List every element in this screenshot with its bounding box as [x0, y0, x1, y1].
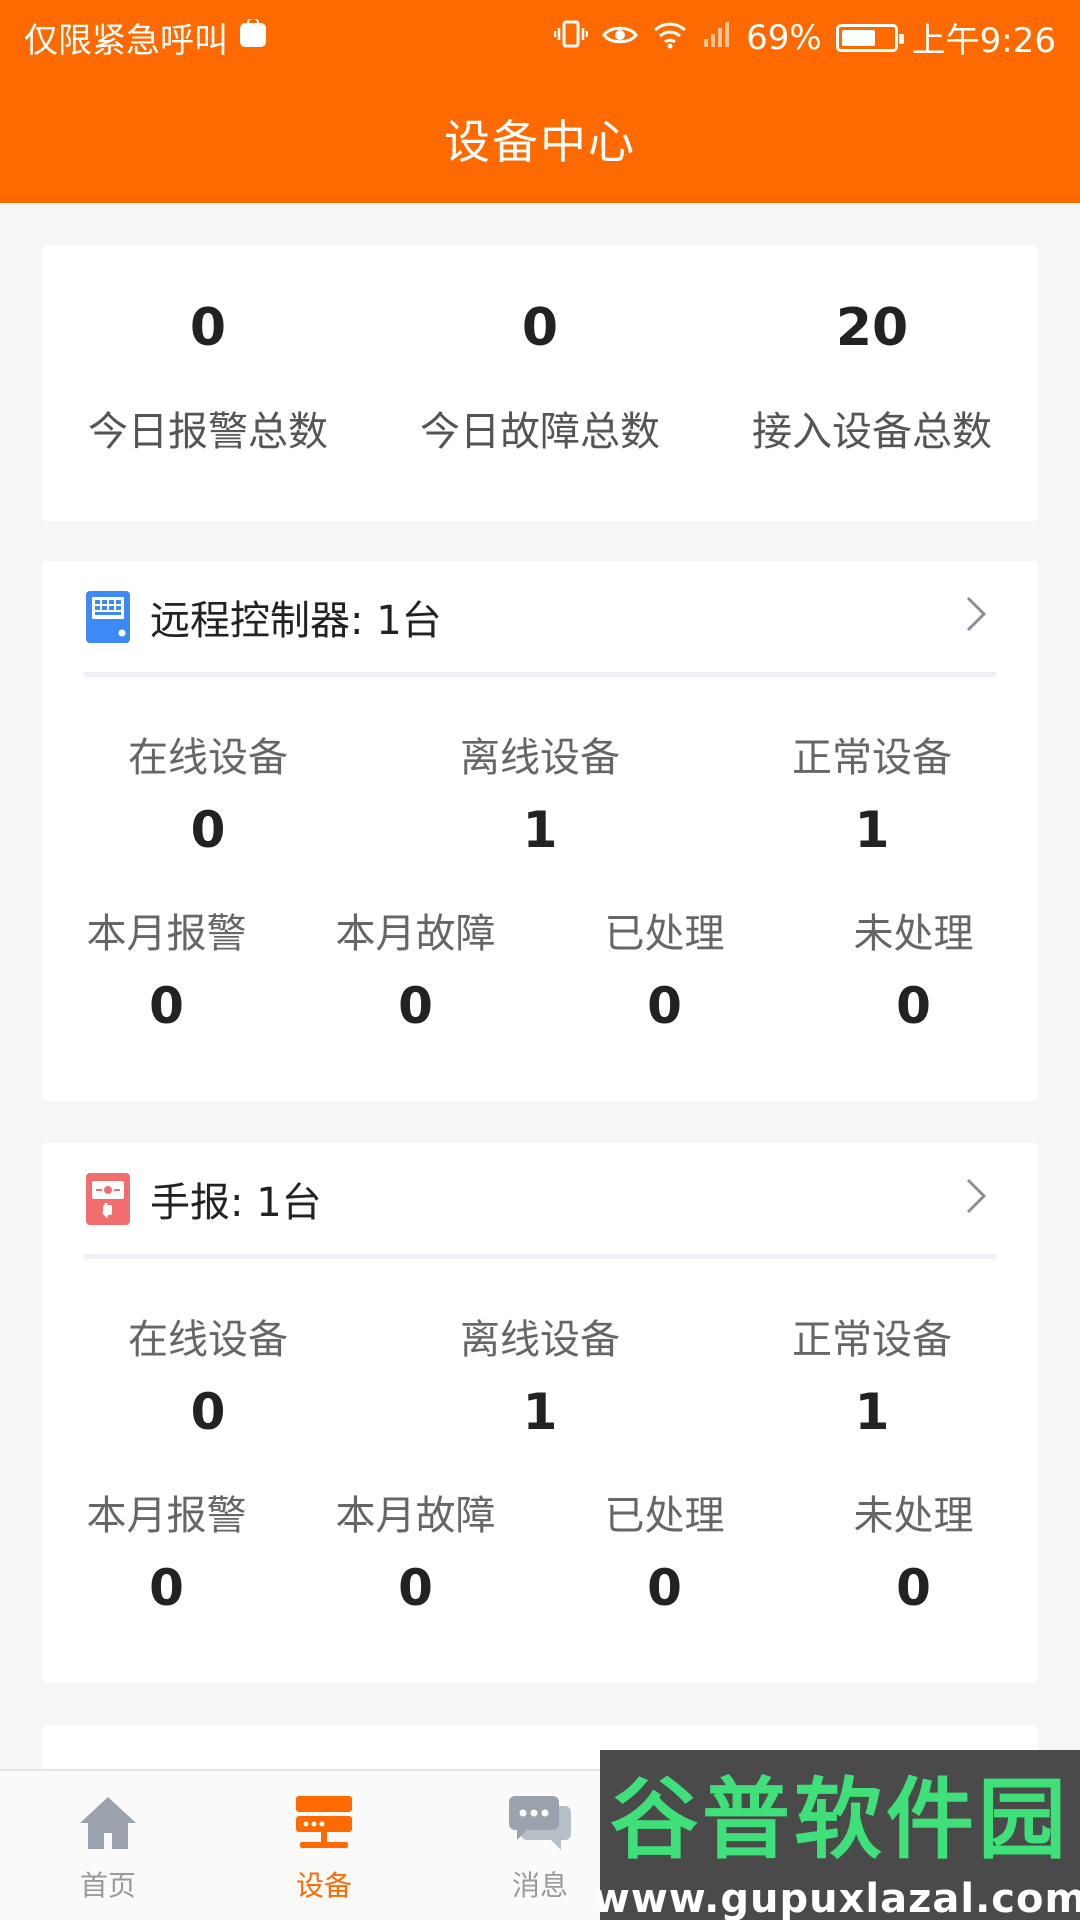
scroll-content[interactable]: 0 今日报警总数 0 今日故障总数 20 接入设备总数 远程控制器: 1台 在线…: [0, 203, 1080, 1769]
summary-today-alarms: 0 今日报警总数: [42, 245, 374, 521]
device-card-title: 远程控制器: 1台: [150, 597, 442, 644]
manual-alarm-icon: [84, 1171, 132, 1227]
stat-value: 0: [190, 1383, 226, 1441]
home-icon: [73, 1788, 143, 1858]
tab-label: 设备: [295, 1868, 352, 1902]
stat-label: 已处理: [604, 1493, 725, 1539]
stat-month-alarms: 本月报警 0: [42, 1483, 291, 1617]
device-card-manual-alarm[interactable]: 手报: 1台 在线设备 0 离线设备 1 正常设备 1 本月报警 0 本月故障 …: [42, 1143, 1038, 1683]
stat-value: 0: [190, 801, 226, 859]
battery-percent: 69%: [746, 17, 822, 58]
device-card-title: 手报: 1台: [150, 1179, 322, 1226]
clock: 上午9:26: [911, 21, 1056, 61]
stat-label: 本月故障: [335, 911, 496, 957]
app-store-icon: [238, 16, 268, 58]
stat-label: 正常设备: [792, 735, 952, 781]
header: 设备中心: [0, 75, 1080, 203]
device-card-header[interactable]: 手报: 1台: [84, 1143, 996, 1259]
chevron-right-icon[interactable]: [956, 1171, 996, 1221]
eye-icon: [602, 18, 638, 58]
wifi-icon: [652, 18, 688, 58]
signal-icon: [702, 18, 732, 58]
page-title: 设备中心: [444, 115, 636, 169]
tab-label: 消息: [511, 1868, 568, 1902]
summary-value: 20: [835, 298, 909, 358]
stat-label: 离线设备: [460, 735, 620, 781]
stat-value: 0: [398, 977, 433, 1035]
stat-online: 在线设备 0: [42, 1307, 374, 1441]
stat-value: 1: [522, 801, 558, 859]
stat-value: 1: [854, 1383, 890, 1441]
stat-label: 在线设备: [128, 1317, 288, 1363]
watermark-title: 谷普软件园: [609, 1767, 1070, 1871]
stat-month-faults: 本月故障 0: [291, 901, 540, 1035]
stat-value: 1: [522, 1383, 558, 1441]
stat-label: 未处理: [853, 911, 974, 957]
battery-icon: [835, 23, 904, 52]
stat-label: 在线设备: [128, 735, 288, 781]
stat-label: 本月报警: [86, 1493, 247, 1539]
stat-month-alarms: 本月报警 0: [42, 901, 291, 1035]
stat-processed: 已处理 0: [540, 901, 789, 1035]
summary-label: 今日报警总数: [88, 409, 328, 455]
summary-total-devices: 20 接入设备总数: [706, 245, 1038, 521]
tab-home[interactable]: 首页: [0, 1771, 216, 1920]
summary-label: 今日故障总数: [420, 409, 660, 455]
stat-offline: 离线设备 1: [374, 1307, 706, 1441]
stat-value: 1: [854, 801, 890, 859]
stat-label: 离线设备: [460, 1317, 620, 1363]
stat-label: 已处理: [604, 911, 725, 957]
device-card-controller[interactable]: 远程控制器: 1台 在线设备 0 离线设备 1 正常设备 1 本月报警 0 本月…: [42, 561, 1038, 1101]
status-bar: 仅限紧急呼叫 69% 上午9:26: [0, 0, 1080, 75]
stat-value: 0: [647, 977, 682, 1035]
stat-processed: 已处理 0: [540, 1483, 789, 1617]
tab-label: 首页: [79, 1868, 136, 1902]
stat-online: 在线设备 0: [42, 725, 374, 859]
stat-value: 0: [149, 1559, 184, 1617]
summary-label: 接入设备总数: [752, 409, 992, 455]
chevron-right-icon[interactable]: [956, 589, 996, 639]
carrier-text: 仅限紧急呼叫: [24, 21, 228, 61]
watermark: 谷普软件园 www.gupuxlazal.com: [593, 1750, 1080, 1920]
controller-icon: [84, 589, 132, 645]
stat-value: 0: [149, 977, 184, 1035]
stat-unprocessed: 未处理 0: [789, 901, 1038, 1035]
stat-label: 正常设备: [792, 1317, 952, 1363]
stat-offline: 离线设备 1: [374, 725, 706, 859]
stat-value: 0: [647, 1559, 682, 1617]
stat-unprocessed: 未处理 0: [789, 1483, 1038, 1617]
stat-value: 0: [398, 1559, 433, 1617]
stat-normal: 正常设备 1: [706, 1307, 1038, 1441]
tab-device[interactable]: 设备: [216, 1771, 432, 1920]
device-icon: [289, 1788, 359, 1858]
stat-label: 本月故障: [335, 1493, 496, 1539]
summary-value: 0: [189, 298, 227, 358]
stat-month-faults: 本月故障 0: [291, 1483, 540, 1617]
stat-value: 0: [896, 1559, 931, 1617]
watermark-url: www.gupuxlazal.com: [592, 1875, 1080, 1920]
stat-label: 未处理: [853, 1493, 974, 1539]
message-icon: [505, 1788, 575, 1858]
stat-value: 0: [896, 977, 931, 1035]
stat-label: 本月报警: [86, 911, 247, 957]
summary-today-faults: 0 今日故障总数: [374, 245, 706, 521]
stat-normal: 正常设备 1: [706, 725, 1038, 859]
summary-card: 0 今日报警总数 0 今日故障总数 20 接入设备总数: [42, 245, 1038, 521]
device-card-header[interactable]: 远程控制器: 1台: [84, 561, 996, 677]
summary-value: 0: [521, 298, 559, 358]
vibrate-icon: [553, 18, 589, 58]
